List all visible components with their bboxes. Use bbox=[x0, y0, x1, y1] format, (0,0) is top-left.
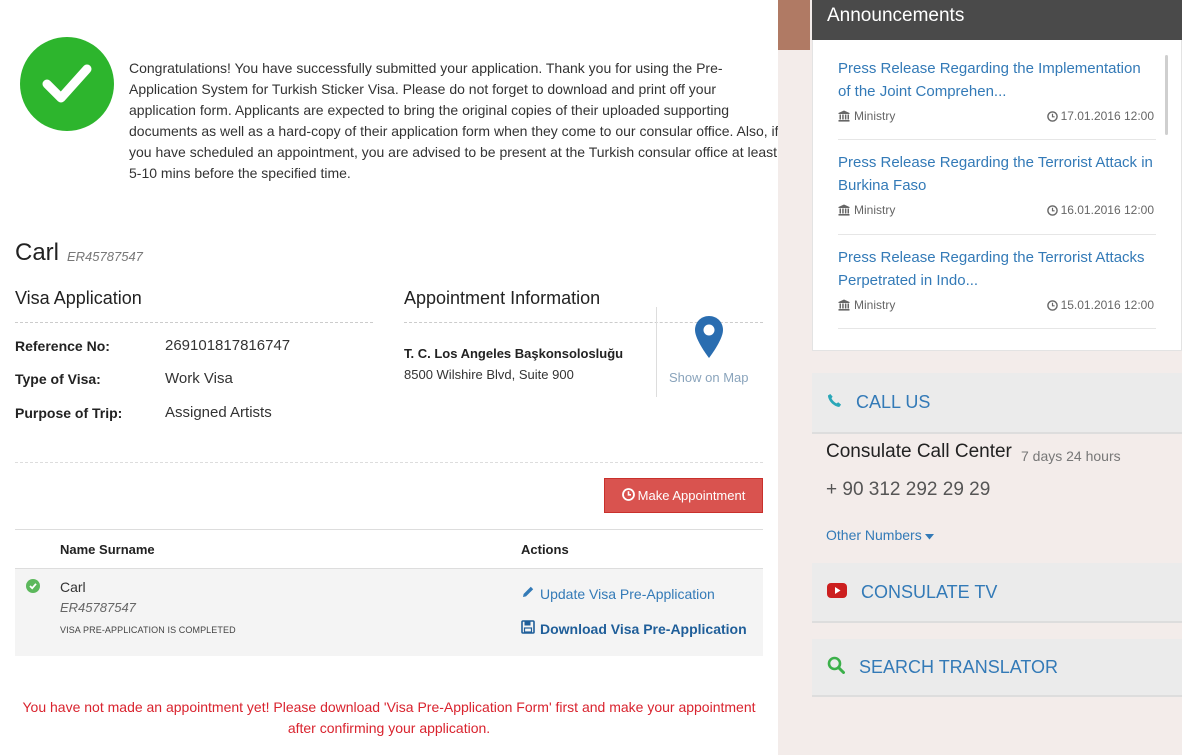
announcement-date: 15.01.2016 12:00 bbox=[1046, 298, 1154, 312]
download-pre-application-link[interactable]: Download Visa Pre-Application bbox=[521, 620, 747, 637]
table-header: Name Surname Actions bbox=[15, 529, 763, 569]
search-translator-bar[interactable]: SEARCH TRANSLATOR bbox=[812, 639, 1182, 697]
announcements-title: Announcements bbox=[812, 0, 1182, 40]
announcement-source: Ministry bbox=[838, 298, 895, 312]
visa-type-value: Work Visa bbox=[165, 370, 233, 387]
row-name: Carl bbox=[60, 579, 86, 595]
consulate-tv-bar[interactable]: CONSULATE TV bbox=[812, 563, 1182, 623]
announcement-source: Ministry bbox=[838, 109, 895, 123]
announcement-title[interactable]: Press Release Regarding the Implementati… bbox=[838, 57, 1156, 103]
clock-icon bbox=[1046, 204, 1058, 216]
other-numbers-dropdown[interactable]: Other Numbers bbox=[826, 527, 934, 543]
caret-down-icon bbox=[924, 527, 934, 543]
make-appointment-button[interactable]: Make Appointment bbox=[604, 478, 763, 513]
announcement-item[interactable]: Press Release Regarding the Implementati… bbox=[838, 57, 1156, 127]
announcement-source: Ministry bbox=[838, 203, 895, 217]
reference-no-label: Reference No: bbox=[15, 338, 110, 354]
search-translator-label: SEARCH TRANSLATOR bbox=[859, 656, 1059, 677]
consulate-address: 8500 Wilshire Blvd, Suite 900 bbox=[404, 367, 574, 382]
institution-icon bbox=[838, 299, 850, 311]
appointment-info-title: Appointment Information bbox=[404, 288, 601, 308]
make-appointment-label: Make Appointment bbox=[637, 488, 746, 503]
call-center-title: Consulate Call Center bbox=[826, 441, 1012, 462]
trip-purpose-value: Assigned Artists bbox=[165, 404, 272, 421]
success-check-icon bbox=[20, 37, 114, 131]
trip-purpose-label: Purpose of Trip: bbox=[15, 405, 123, 421]
row-status: VISA PRE-APPLICATION IS COMPLETED bbox=[60, 625, 236, 635]
banner-image bbox=[778, 0, 812, 50]
call-us-bar[interactable]: CALL US bbox=[812, 373, 1182, 434]
update-pre-application-link[interactable]: Update Visa Pre-Application bbox=[521, 585, 715, 602]
success-message: Congratulations! You have successfully s… bbox=[129, 60, 779, 181]
appointment-warning: You have not made an appointment yet! Pl… bbox=[22, 699, 756, 736]
announcement-title[interactable]: Press Release Regarding the Terrorist At… bbox=[838, 246, 1156, 292]
clock-icon bbox=[621, 487, 635, 504]
save-icon bbox=[521, 620, 535, 637]
pencil-icon bbox=[521, 585, 535, 602]
row-reference: ER45787547 bbox=[60, 600, 136, 615]
consulate-tv-label: CONSULATE TV bbox=[861, 581, 998, 602]
completed-check-icon bbox=[26, 579, 40, 593]
announcement-date: 16.01.2016 12:00 bbox=[1046, 203, 1154, 217]
name-surname-header: Name Surname bbox=[60, 542, 155, 557]
divider bbox=[838, 328, 1156, 329]
announcement-title[interactable]: Press Release Regarding the Terrorist At… bbox=[838, 151, 1156, 197]
youtube-icon bbox=[827, 582, 847, 603]
map-pin-icon[interactable] bbox=[695, 316, 723, 363]
download-pre-application-label: Download Visa Pre-Application bbox=[540, 620, 747, 637]
reference-no-value: 269101817816747 bbox=[165, 337, 291, 354]
clock-icon bbox=[1046, 110, 1058, 122]
update-pre-application-label: Update Visa Pre-Application bbox=[540, 585, 715, 602]
institution-icon bbox=[838, 110, 850, 122]
visa-application-title: Visa Application bbox=[15, 288, 142, 308]
clock-icon bbox=[1046, 299, 1058, 311]
divider bbox=[838, 139, 1156, 140]
announcements-panel: Press Release Regarding the Implementati… bbox=[812, 40, 1182, 351]
show-on-map-link[interactable]: Show on Map bbox=[669, 370, 749, 385]
consulate-name: T. C. Los Angeles Başkonsolosluğu bbox=[404, 346, 624, 361]
search-icon bbox=[827, 656, 845, 679]
visa-type-label: Type of Visa: bbox=[15, 371, 101, 387]
announcement-item[interactable]: Press Release Regarding the Terrorist At… bbox=[838, 246, 1156, 316]
actions-header: Actions bbox=[521, 542, 569, 557]
divider bbox=[15, 322, 373, 323]
applicant-reference: ER45787547 bbox=[67, 249, 143, 264]
divider bbox=[15, 462, 763, 463]
institution-icon bbox=[838, 204, 850, 216]
divider bbox=[838, 234, 1156, 235]
announcements-scrollbar[interactable] bbox=[1165, 55, 1168, 135]
page-gutter bbox=[778, 0, 810, 755]
phone-icon bbox=[827, 392, 842, 413]
applicant-name: Carl bbox=[15, 239, 60, 266]
divider bbox=[656, 307, 657, 397]
announcement-item[interactable]: Press Release Regarding the Terrorist At… bbox=[838, 151, 1156, 221]
main-content: Congratulations! You have successfully s… bbox=[0, 0, 779, 755]
call-center-hours: 7 days 24 hours bbox=[1021, 448, 1121, 464]
call-center-number: + 90 312 292 29 29 bbox=[826, 479, 991, 500]
other-numbers-label: Other Numbers bbox=[826, 527, 922, 543]
table-row: Carl ER45787547 VISA PRE-APPLICATION IS … bbox=[15, 569, 763, 656]
call-us-label: CALL US bbox=[856, 392, 931, 412]
announcement-date: 17.01.2016 12:00 bbox=[1046, 109, 1154, 123]
